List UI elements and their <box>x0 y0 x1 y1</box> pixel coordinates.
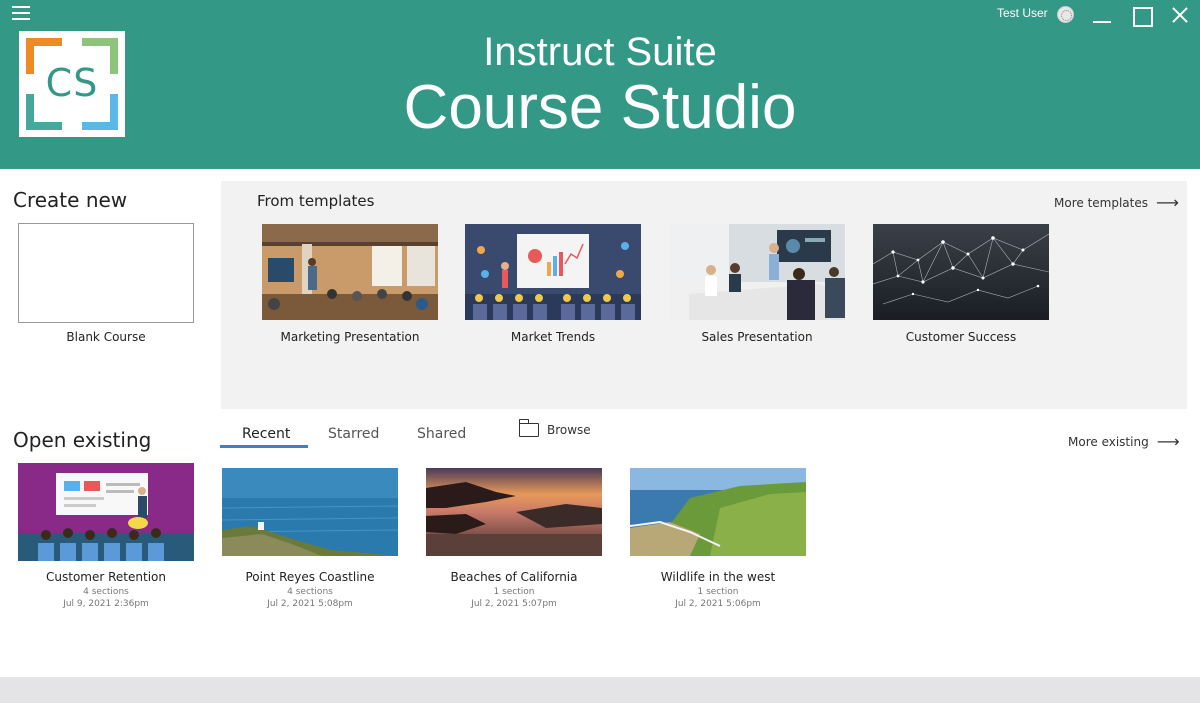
tab-starred[interactable]: Starred <box>328 426 379 442</box>
tab-shared[interactable]: Shared <box>417 426 466 442</box>
templates-heading: From templates <box>257 192 375 210</box>
arrow-right-icon: ⟶ <box>1156 432 1180 451</box>
create-new-heading: Create new <box>13 188 128 212</box>
course-date: Jul 2, 2021 5:07pm <box>471 599 557 609</box>
blank-course-card[interactable] <box>18 223 194 323</box>
course-sections: 4 sections <box>287 587 333 597</box>
app-title: Course Studio <box>403 73 797 142</box>
more-existing-link[interactable]: More existing ⟶ <box>1068 432 1180 451</box>
course-thumb-customer-retention[interactable] <box>18 463 194 561</box>
template-thumb-market-trends[interactable] <box>465 224 641 320</box>
app-header: CS Instruct Suite Course Studio Test Use… <box>0 0 1200 169</box>
course-title: Wildlife in the west <box>660 570 776 584</box>
user-name[interactable]: Test User <box>997 6 1048 20</box>
active-tab-indicator <box>220 445 308 448</box>
suite-title: Instruct Suite <box>483 30 717 74</box>
template-thumb-sales-presentation[interactable] <box>669 224 845 320</box>
more-templates-label: More templates <box>1054 196 1148 210</box>
course-thumb-beaches-of-california[interactable] <box>426 468 602 556</box>
maximize-icon[interactable] <box>1130 4 1153 27</box>
status-bar <box>0 677 1200 703</box>
folder-icon <box>518 419 539 437</box>
course-sections: 4 sections <box>83 587 129 597</box>
course-sections: 1 section <box>697 587 739 597</box>
more-existing-label: More existing <box>1068 435 1149 449</box>
browse-button[interactable]: Browse <box>518 419 591 437</box>
course-title: Point Reyes Coastline <box>245 570 375 584</box>
user-avatar-icon[interactable] <box>1057 6 1074 23</box>
course-date: Jul 2, 2021 5:06pm <box>675 599 761 609</box>
tab-recent[interactable]: Recent <box>242 426 290 442</box>
course-title: Customer Retention <box>46 570 166 584</box>
open-existing-heading: Open existing <box>13 428 152 452</box>
more-templates-link[interactable]: More templates ⟶ <box>1054 193 1179 212</box>
blank-course-label: Blank Course <box>66 330 146 344</box>
course-title: Beaches of California <box>450 570 578 584</box>
minimize-icon[interactable] <box>1091 4 1113 26</box>
template-thumb-customer-success[interactable] <box>873 224 1049 320</box>
hamburger-menu-icon[interactable] <box>12 6 30 22</box>
course-thumb-point-reyes-coastline[interactable] <box>222 468 398 556</box>
course-thumb-wildlife-in-the-west[interactable] <box>630 468 806 556</box>
template-label: Customer Success <box>905 330 1017 344</box>
template-thumb-marketing-presentation[interactable] <box>262 224 438 320</box>
template-label: Sales Presentation <box>701 330 813 344</box>
course-date: Jul 9, 2021 2:36pm <box>63 599 149 609</box>
close-icon[interactable] <box>1169 4 1191 26</box>
template-label: Marketing Presentation <box>280 330 420 344</box>
template-label: Market Trends <box>510 330 596 344</box>
course-date: Jul 2, 2021 5:08pm <box>267 599 353 609</box>
arrow-right-icon: ⟶ <box>1155 193 1179 212</box>
course-sections: 1 section <box>493 587 535 597</box>
browse-label: Browse <box>547 423 591 437</box>
